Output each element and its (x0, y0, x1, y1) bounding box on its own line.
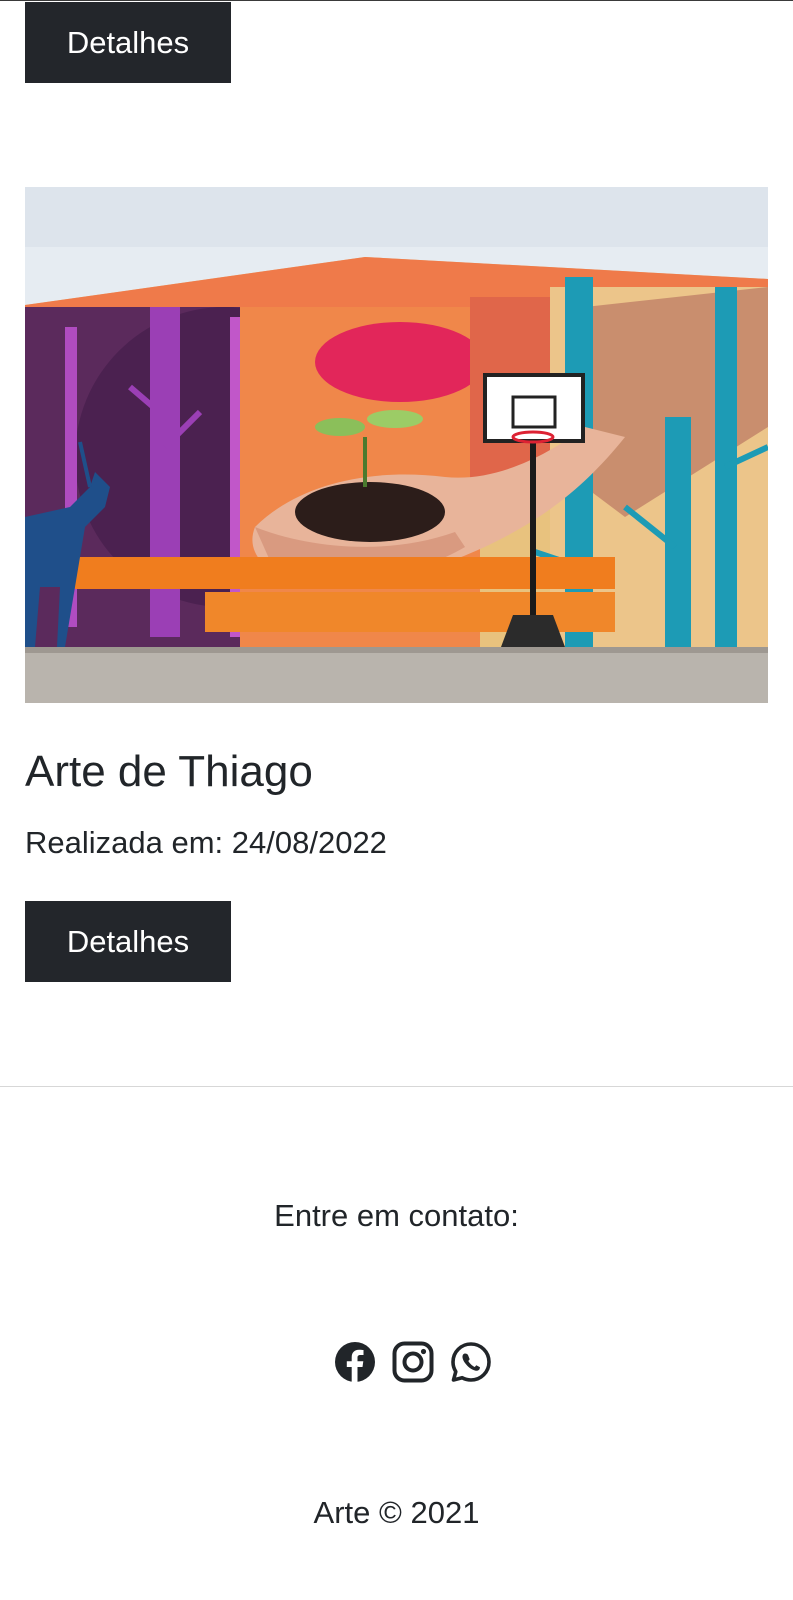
card-title: Arte de Thiago (25, 747, 313, 796)
contact-label: Entre em contato: (274, 1198, 519, 1233)
facebook-icon[interactable] (334, 1341, 376, 1383)
instagram-icon[interactable] (392, 1341, 434, 1383)
whatsapp-icon[interactable] (450, 1341, 492, 1383)
card-image (25, 187, 768, 703)
top-divider (0, 0, 793, 1)
page: Detalhes Arte de Thiago Realizada em: 24… (0, 0, 793, 1600)
card-date: Realizada em: 24/08/2022 (25, 825, 387, 860)
social-links (334, 1341, 492, 1383)
copyright-text: Arte © 2021 (313, 1495, 480, 1530)
details-button-previous[interactable]: Detalhes (25, 2, 231, 83)
details-button[interactable]: Detalhes (25, 901, 231, 982)
footer-divider (0, 1086, 793, 1087)
